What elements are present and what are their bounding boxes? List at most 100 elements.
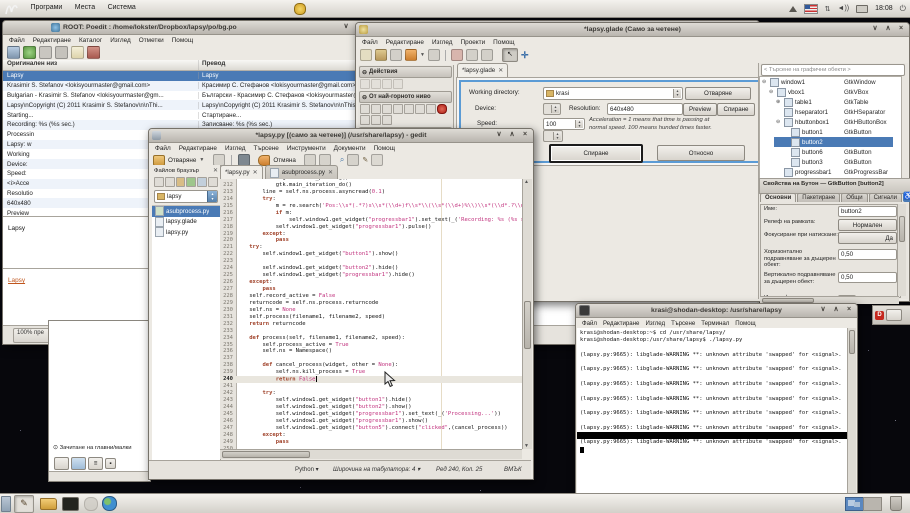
stop-small-button[interactable]: Спиране bbox=[717, 103, 755, 116]
widget-palette-icon[interactable] bbox=[404, 104, 414, 114]
forward-icon[interactable] bbox=[165, 177, 175, 187]
tab-сигнали[interactable]: Сигнали bbox=[869, 193, 902, 202]
open-button-label[interactable]: Отваряне bbox=[168, 157, 196, 164]
trash-icon[interactable] bbox=[890, 496, 902, 511]
code-line-235[interactable]: 235 self.process_active = True bbox=[220, 342, 522, 349]
close-icon[interactable]: × bbox=[896, 24, 906, 34]
code-line-216[interactable]: 216 if m: bbox=[220, 210, 522, 217]
code-line-236[interactable]: 236 self.ns = Namespace() bbox=[220, 348, 522, 355]
code-line-214[interactable]: 214 try: bbox=[220, 196, 522, 203]
poedit-menu-файл[interactable]: Файл bbox=[9, 37, 25, 44]
expander-icon[interactable]: ⊖ bbox=[762, 79, 768, 85]
gedit-editor[interactable]: 211 while gtk.events_pending():212 gtk.m… bbox=[220, 179, 522, 449]
comment-icon[interactable] bbox=[71, 46, 84, 59]
paste-icon[interactable] bbox=[481, 49, 493, 61]
workspace-1[interactable] bbox=[845, 497, 864, 511]
spin-extra[interactable]: ▴▾ bbox=[543, 130, 563, 142]
code-line-237[interactable]: 237 bbox=[220, 355, 522, 362]
gedit-menu-редактиране[interactable]: Редактиране bbox=[179, 145, 217, 152]
fullscreen-icon[interactable] bbox=[87, 46, 100, 59]
poedit-rollup-button[interactable]: ∨ bbox=[341, 22, 351, 32]
gedit-menu-помощ[interactable]: Помощ bbox=[374, 145, 395, 152]
maximize-icon[interactable]: ∧ bbox=[883, 24, 893, 34]
code-line-241[interactable]: 241 bbox=[220, 383, 522, 390]
battery-icon[interactable] bbox=[856, 5, 868, 13]
glade-menu-файл[interactable]: Файл bbox=[362, 39, 378, 46]
terminal-menu-търсене[interactable]: Търсене bbox=[671, 320, 695, 327]
drag-resize-tool-icon[interactable]: ✛ bbox=[521, 50, 529, 61]
file-item-asubprocess.py[interactable]: asubprocess.py bbox=[152, 206, 220, 217]
open-icon[interactable] bbox=[153, 155, 165, 166]
glade-design-tab[interactable]: *lapsy.glade✕ bbox=[457, 63, 508, 77]
code-line-222[interactable]: 222 self.window1.get_widget("button1").s… bbox=[220, 251, 522, 258]
open-icon[interactable] bbox=[375, 49, 387, 61]
property-value[interactable]: Нормален bbox=[838, 219, 897, 231]
save-icon[interactable] bbox=[390, 49, 402, 61]
open-button[interactable]: Отваряне bbox=[685, 87, 751, 100]
terminal-titlebar[interactable]: krasi@shodan-desktop: /usr/share/lapsy ∨… bbox=[576, 304, 857, 318]
glade-menu-редактиране[interactable]: Редактиране bbox=[386, 39, 424, 46]
tree-item-button1[interactable]: button1GtkButton bbox=[760, 127, 901, 137]
home-icon[interactable] bbox=[197, 177, 207, 187]
tab-width-selector[interactable]: Широчина на табулатора: 4 ▾ bbox=[333, 466, 420, 473]
notification-applet-icon[interactable] bbox=[294, 3, 306, 15]
tree-item-button3[interactable]: button3GtkButton bbox=[760, 157, 901, 167]
poedit-menu-редактиране[interactable]: Редактиране bbox=[33, 37, 71, 44]
code-line-240[interactable]: 240 return False bbox=[220, 376, 522, 383]
terminal-menu-помощ[interactable]: Помощ bbox=[735, 320, 755, 327]
code-line-220[interactable]: 220 pass bbox=[220, 237, 522, 244]
validate-icon[interactable] bbox=[39, 46, 52, 59]
widget-palette-icon[interactable] bbox=[371, 79, 381, 89]
stepper-icon[interactable]: ▴▾ bbox=[673, 89, 681, 98]
maximize-icon[interactable]: ∧ bbox=[507, 130, 517, 140]
widget-palette-icon[interactable] bbox=[426, 104, 436, 114]
code-line-230[interactable]: 230 self.ns = None bbox=[220, 307, 522, 314]
volume-icon[interactable]: ◄)) bbox=[838, 5, 850, 12]
close-icon[interactable]: ✕ bbox=[498, 67, 503, 74]
tree-item-table1[interactable]: ⊕table1GtkTable bbox=[760, 97, 901, 107]
gedit-menu-търсене[interactable]: Търсене bbox=[254, 145, 279, 152]
device-combo[interactable]: ▴▾ bbox=[543, 103, 561, 115]
code-line-215[interactable]: 215 m = re.search('Pos:\\s*(.*?)s\\s*(\\… bbox=[220, 203, 522, 210]
code-line-238[interactable]: 238 def cancel_process(widget, other = N… bbox=[220, 362, 522, 369]
code-line-246[interactable]: 246 self.window1.get_widget("progressbar… bbox=[220, 418, 522, 425]
menu-system[interactable]: Система bbox=[104, 0, 140, 16]
poedit-menu-помощ[interactable]: Помощ bbox=[172, 37, 193, 44]
scroll-up-icon[interactable]: ▲ bbox=[524, 179, 529, 185]
widget-search-input[interactable]: < Търсене на графични обекти > bbox=[761, 64, 905, 76]
expander-icon[interactable]: ⊕ bbox=[776, 99, 782, 105]
code-line-233[interactable]: 233 bbox=[220, 328, 522, 335]
editor-hscrollbar[interactable] bbox=[220, 449, 522, 459]
properties-scrollbar[interactable] bbox=[897, 204, 906, 296]
pretranslate-icon[interactable] bbox=[55, 46, 68, 59]
code-line-223[interactable]: 223 bbox=[220, 258, 522, 265]
fragment-button[interactable] bbox=[886, 309, 902, 321]
more-button[interactable]: ▪ bbox=[105, 458, 116, 469]
expander-icon[interactable]: ⊖ bbox=[769, 89, 775, 95]
doc-button[interactable] bbox=[54, 457, 69, 470]
side-panel-header[interactable]: Файлов браузър ✕ bbox=[152, 165, 220, 176]
gedit-menu-документи[interactable]: Документи bbox=[334, 145, 366, 152]
code-line-221[interactable]: 221 try: bbox=[220, 244, 522, 251]
palette-section-0[interactable]: ⊖Действия bbox=[359, 66, 452, 78]
replace-icon[interactable] bbox=[347, 154, 359, 166]
close-icon[interactable]: × bbox=[520, 130, 530, 140]
widget-palette-icon[interactable] bbox=[393, 79, 403, 89]
tree-item-vbox1[interactable]: ⊖vbox1GtkVBox bbox=[760, 87, 901, 97]
code-line-227[interactable]: 227 pass bbox=[220, 286, 522, 293]
code-line-239[interactable]: 239 self.ns.kill_process = True bbox=[220, 369, 522, 376]
code-line-234[interactable]: 234 def process(self, filename1, filenam… bbox=[220, 335, 522, 342]
new-icon[interactable] bbox=[360, 49, 372, 61]
selector-tool-icon[interactable]: ↖ bbox=[502, 48, 518, 62]
resolution-field[interactable]: 640x480 bbox=[607, 103, 683, 115]
browser-icon[interactable] bbox=[102, 496, 117, 511]
terminal-menu-файл[interactable]: Файл bbox=[582, 320, 597, 327]
scroll-down-icon[interactable]: ▼ bbox=[524, 443, 529, 449]
code-line-245[interactable]: 245 self.window1.get_widget("progressbar… bbox=[220, 411, 522, 418]
code-line-231[interactable]: 231 self.process(filename1, filename2, s… bbox=[220, 314, 522, 321]
power-icon[interactable]: ⏻ bbox=[900, 4, 906, 14]
widget-palette-icon[interactable] bbox=[393, 104, 403, 114]
filter-icon[interactable] bbox=[208, 177, 218, 187]
app-icon[interactable] bbox=[84, 497, 98, 511]
preview-button[interactable]: Preview bbox=[683, 103, 717, 116]
